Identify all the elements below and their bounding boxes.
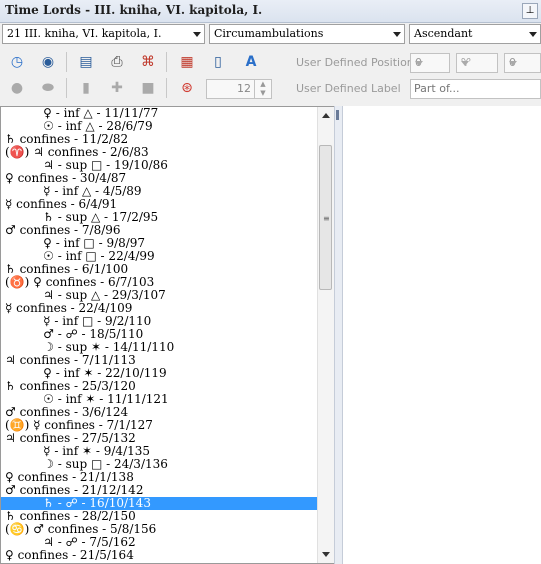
chevron-down-icon xyxy=(393,32,401,37)
calendar-icon[interactable]: ▦ xyxy=(176,51,198,73)
lifebuoy-icon[interactable]: ⊛ xyxy=(176,77,198,99)
disabled-ellipse-icon: ⬬ xyxy=(42,80,54,96)
splitter-handle[interactable] xyxy=(336,110,339,120)
user-defined-label-label: User Defined Label xyxy=(296,82,401,95)
pin-icon[interactable]: ⊥ xyxy=(522,3,538,19)
separator xyxy=(66,78,67,98)
disabled-plus-icon: ✚ xyxy=(111,80,123,96)
eye-icon[interactable]: ◉ xyxy=(37,51,59,73)
time-lords-list-panel: ♀ - inf △ - 11/11/77 ☉ - inf △ - 28/6/79… xyxy=(0,106,334,564)
vertical-scrollbar[interactable]: ≡ xyxy=(317,107,334,563)
new-page-icon[interactable]: ▯ xyxy=(207,51,229,73)
position-sign-select[interactable]: ♈ xyxy=(456,53,498,73)
chevron-down-icon xyxy=(461,61,469,66)
chart-canvas-panel xyxy=(343,106,541,564)
stepper-buttons[interactable]: ▲ ▼ xyxy=(254,80,271,98)
scroll-up-icon[interactable] xyxy=(322,113,330,118)
printer-icon[interactable]: ⎙ xyxy=(106,51,128,73)
chart-select-value: 21 III. kniha, VI. kapitola, I. xyxy=(7,27,162,40)
panel-splitter[interactable] xyxy=(334,106,343,564)
chevron-down-icon xyxy=(193,32,201,37)
grip-icon: ≡ xyxy=(323,214,330,223)
separator xyxy=(166,78,167,98)
separator xyxy=(166,52,167,72)
disabled-square-icon: ■ xyxy=(141,80,155,96)
label-count-value: 12 xyxy=(237,82,251,95)
position-degree-select[interactable]: 0 xyxy=(410,53,450,73)
method-select[interactable]: Circumambulations xyxy=(209,24,405,44)
time-lords-list[interactable]: ♀ - inf △ - 11/11/77 ☉ - inf △ - 28/6/79… xyxy=(1,107,317,563)
list-item[interactable]: ♀ confines - 21/5/164 xyxy=(1,549,317,562)
chevron-down-icon xyxy=(529,32,537,37)
user-defined-position-label: User Defined Position xyxy=(296,56,414,69)
label-text-placeholder: Part of... xyxy=(414,82,460,95)
scroll-thumb[interactable]: ≡ xyxy=(319,145,332,290)
label-text-field[interactable]: Part of... xyxy=(410,79,541,99)
disabled-circle-icon: ● xyxy=(10,80,24,96)
clock-icon[interactable]: ◷ xyxy=(6,51,28,73)
label-count-stepper[interactable]: 12 ▲ ▼ xyxy=(206,79,272,99)
document-icon[interactable]: ▤ xyxy=(75,51,97,73)
position-minute-select[interactable]: 0 xyxy=(504,53,541,73)
separator xyxy=(66,52,67,72)
font-icon[interactable]: A xyxy=(240,51,262,73)
scroll-down-icon[interactable] xyxy=(322,552,330,557)
chart-select[interactable]: 21 III. kniha, VI. kapitola, I. xyxy=(2,24,205,44)
reference-select-value: Ascendant xyxy=(414,27,473,40)
chevron-down-icon xyxy=(509,61,517,66)
reference-select[interactable]: Ascendant xyxy=(409,24,541,44)
chevron-down-icon xyxy=(415,61,423,66)
title-bar: Time Lords - III. kniha, VI. kapitola, I… xyxy=(0,0,541,23)
window-title: Time Lords - III. kniha, VI. kapitola, I… xyxy=(5,3,263,17)
pdf-icon[interactable]: ⌘ xyxy=(137,51,159,73)
disabled-document-icon: ▮ xyxy=(82,80,90,96)
method-select-value: Circumambulations xyxy=(214,27,324,40)
